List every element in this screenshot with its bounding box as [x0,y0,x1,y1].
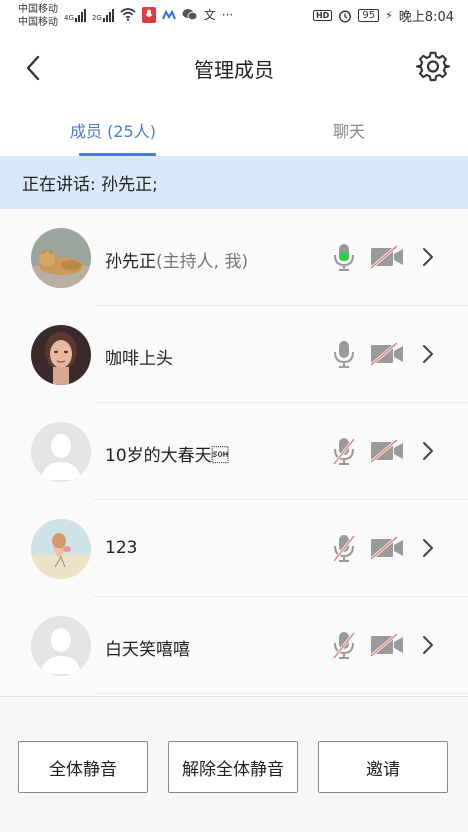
member-row[interactable]: 孙先正(主持人, 我) [0,209,468,306]
battery-icon: 95 [358,9,380,22]
camera-off-icon[interactable] [370,245,404,269]
wechat-icon [182,9,198,21]
signal-icon-1: 4G [64,8,86,22]
microphone-icon[interactable] [332,339,356,369]
member-name: 白天笑嘻嘻 [105,635,190,660]
default-avatar-icon [31,422,91,482]
recording-mic-icon [141,6,156,23]
status-icons-right: HD 95 ⚡ 晚上8:04 [312,6,454,25]
carrier-info: 中国移动 中国移动 [18,3,58,29]
member-row[interactable]: 咖啡上头 [0,306,468,403]
member-list[interactable]: 孙先正(主持人, 我) [0,209,468,696]
member-name: 123 [105,538,137,558]
hd-badge: HD [312,10,333,21]
member-row[interactable]: 白天笑嘻嘻 [0,597,468,694]
tab-members[interactable]: 成员 (25人) [70,118,156,142]
unmute-all-button[interactable]: 解除全体静音 [168,741,298,793]
member-name-text: 10岁的大春天 [105,446,229,466]
status-icons-left: 4G 2G 文 ··· [64,6,233,23]
tab-chat[interactable]: 聊天 [333,118,365,142]
avatar [31,519,91,579]
chevron-right-icon[interactable] [420,245,436,269]
header: 管理成员 [0,32,468,104]
member-name-text: 孙先正 [105,252,156,272]
member-name: 孙先正(主持人, 我) [105,247,248,272]
microphone-muted-icon[interactable] [332,533,356,563]
status-time: 晚上8:04 [398,10,454,25]
member-name: 咖啡上头 [105,344,173,369]
microphone-muted-icon[interactable] [332,436,356,466]
camera-off-icon[interactable] [370,536,404,560]
member-name-text: 白天笑嘻嘻 [105,640,190,660]
camera-off-icon[interactable] [370,439,404,463]
more-dots-icon: ··· [221,7,234,22]
settings-button[interactable] [415,50,450,84]
member-row[interactable]: 123 [0,500,468,597]
member-name-text: 123 [105,538,138,558]
row-divider [94,693,468,694]
default-avatar-icon [31,616,91,676]
member-role: (主持人, 我) [156,252,249,272]
camera-off-icon[interactable] [370,633,404,657]
speaking-text: 正在讲话: 孙先正; [22,175,158,195]
member-row[interactable]: 10岁的大春天 [0,403,468,500]
chevron-right-icon[interactable] [420,439,436,463]
mute-all-button[interactable]: 全体静音 [18,741,148,793]
page-title: 管理成员 [194,58,274,82]
status-bar: 中国移动 中国移动 4G 2G 文 ··· HD 95 ⚡ 晚上8:04 [0,0,468,32]
alarm-icon [339,9,352,23]
microphone-active-icon[interactable] [332,242,356,272]
speaking-indicator: 正在讲话: 孙先正; [0,156,468,209]
chevron-right-icon[interactable] [420,342,436,366]
camera-off-icon[interactable] [370,342,404,366]
gear-icon [415,51,450,82]
signal-icon-2: 2G [92,8,114,22]
chevron-right-icon[interactable] [420,536,436,560]
carrier-2: 中国移动 [18,17,58,28]
tab-bar: 成员 (25人) 聊天 [0,104,468,156]
charging-icon: ⚡ [385,9,393,22]
carrier-1: 中国移动 [18,4,58,15]
microphone-muted-icon[interactable] [332,630,356,660]
app-notification-icon [161,9,176,19]
wifi-icon [120,8,136,21]
invite-button[interactable]: 邀请 [318,741,448,793]
avatar [31,325,91,385]
text-translate-icon: 文 [203,8,216,22]
avatar [31,228,91,288]
member-name: 10岁的大春天 [105,441,229,466]
chevron-right-icon[interactable] [420,633,436,657]
member-name-text: 咖啡上头 [105,349,173,369]
bottom-action-bar: 全体静音 解除全体静音 邀请 [0,696,468,832]
